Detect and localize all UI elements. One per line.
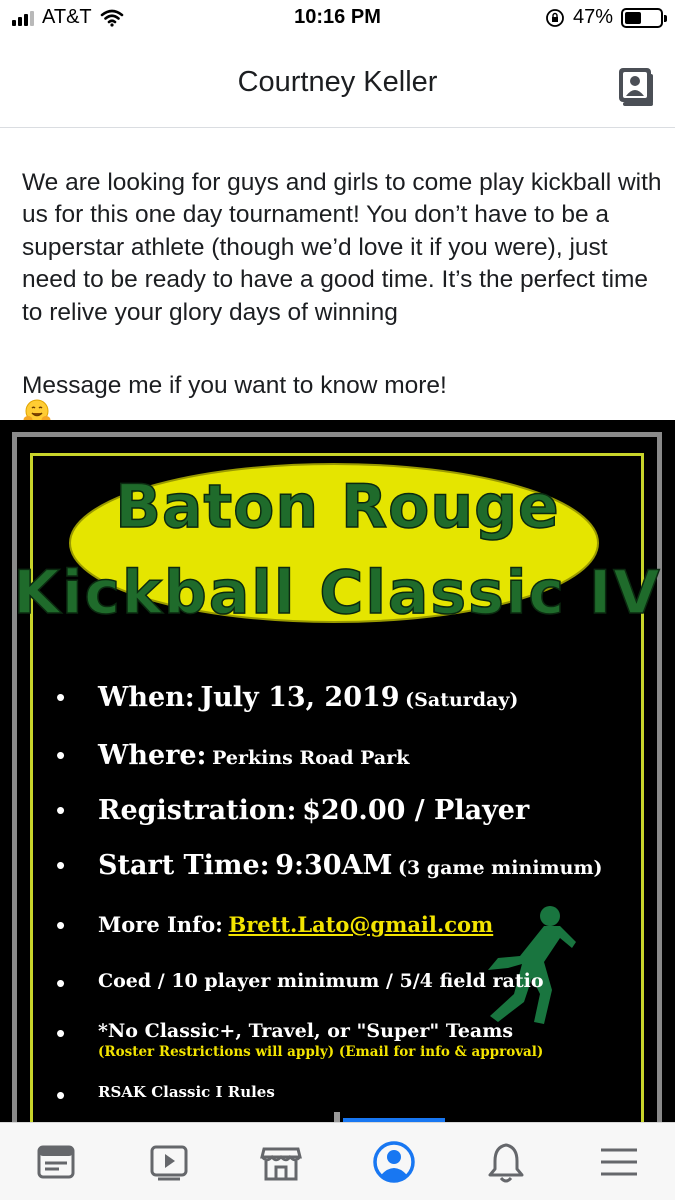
flyer-item-rules: RSAK Classic I Rules <box>98 1083 275 1101</box>
bullet-icon: • <box>56 740 66 770</box>
tab-news-feed[interactable] <box>21 1127 91 1197</box>
profile-card-button[interactable] <box>613 64 657 108</box>
post-text-secondary: Message me if you want to know more! <box>22 372 447 399</box>
flyer-title-line2: Kickball Classic IV <box>13 557 662 629</box>
news-feed-icon <box>37 1145 75 1178</box>
profile-card-icon <box>619 68 653 106</box>
flyer-roster-note: (Roster Restrictions will apply) (Email … <box>98 1044 544 1060</box>
tab-watch[interactable] <box>134 1127 204 1197</box>
bullet-icon: • <box>56 1080 66 1110</box>
bullet-icon: • <box>56 910 66 940</box>
watch-icon <box>150 1145 188 1180</box>
bullet-icon: • <box>56 682 66 712</box>
flyer-item-when: When: July 13, 2019 (Saturday) <box>98 682 519 713</box>
flyer-item-where: Where: Perkins Road Park <box>98 740 410 771</box>
status-right: 47% <box>545 6 667 29</box>
flyer-item-registration: Registration: $20.00 / Player <box>98 795 530 826</box>
tab-marketplace[interactable] <box>246 1127 316 1197</box>
marketplace-icon <box>260 1147 303 1180</box>
bullet-icon: • <box>56 850 66 880</box>
battery-fill <box>625 11 641 24</box>
post-body: We are looking for guys and girls to com… <box>22 168 662 326</box>
tab-profile[interactable] <box>359 1127 429 1197</box>
bullet-icon: • <box>56 968 66 998</box>
menu-icon <box>600 1148 637 1175</box>
tab-notifications[interactable] <box>471 1127 541 1197</box>
flyer-item-more-info: More Info: Brett.Lato@gmail.com <box>98 912 494 937</box>
bullet-icon: • <box>56 1018 66 1048</box>
status-bar: AT&T 10:16 PM 47% <box>0 0 675 40</box>
bullet-icon: • <box>56 795 66 825</box>
tab-bar <box>0 1122 675 1200</box>
scroll-marker <box>334 1112 340 1122</box>
page-title: Courtney Keller <box>237 66 438 98</box>
tab-menu[interactable] <box>584 1127 654 1197</box>
flyer-item-coed: Coed / 10 player minimum / 5/4 field rat… <box>98 970 544 992</box>
flyer-item-start-time: Start Time: 9:30AM (3 game minimum) <box>98 850 603 881</box>
flyer-title-line1: Baton Rouge <box>114 471 560 543</box>
flyer-image[interactable]: Baton Rouge Kickball Classic IV • When: … <box>0 420 675 1122</box>
header: Courtney Keller <box>0 40 675 128</box>
profile-icon <box>373 1140 415 1183</box>
flyer-item-no-classic: *No Classic+, Travel, or "Super" Teams <box>98 1020 514 1042</box>
battery-percent: 47% <box>572 6 613 28</box>
email-link[interactable]: Brett.Lato@gmail.com <box>228 912 493 937</box>
notifications-icon <box>488 1143 524 1182</box>
battery-icon <box>621 7 667 28</box>
orientation-lock-icon <box>546 8 564 27</box>
